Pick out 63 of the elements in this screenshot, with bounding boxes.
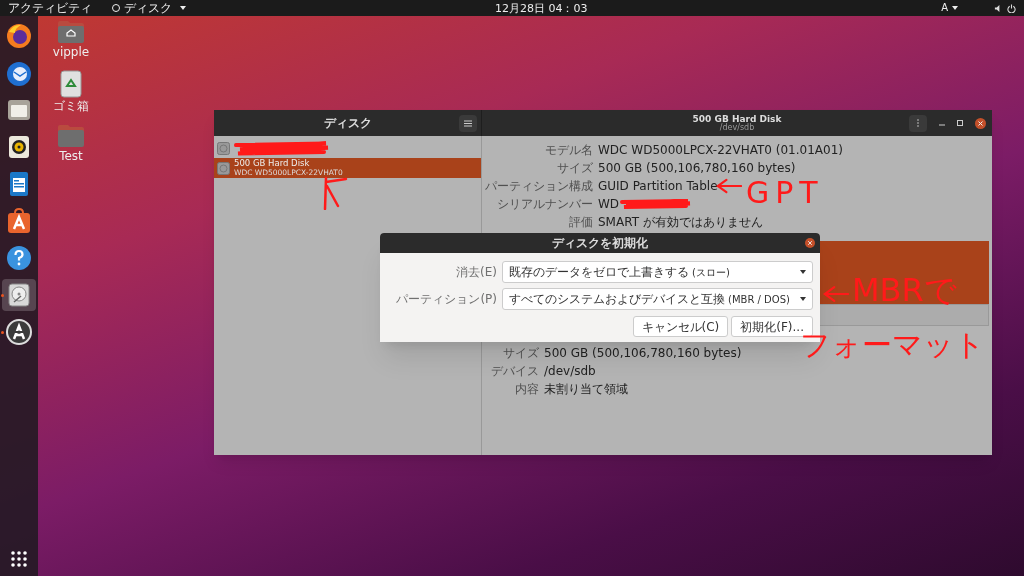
detail-value: 未割り当て領域 — [544, 383, 628, 395]
dialog-title: ディスクを初期化 — [552, 235, 648, 252]
hand-drawn-arrow — [716, 178, 742, 194]
desktop-icon-label[interactable]: Test — [59, 149, 83, 164]
clock[interactable]: 12月28日 04：03 — [495, 2, 588, 14]
detail-label: 内容 — [514, 381, 540, 398]
dropdown-arrow-icon — [800, 297, 806, 301]
dropdown-arrow-icon — [800, 270, 806, 274]
detail-label: デバイス — [490, 363, 540, 380]
annotation-text: GPT — [746, 178, 824, 208]
sidebar-title: ディスク — [323, 115, 372, 132]
browser-icon — [5, 22, 33, 50]
field-label: パーティション(P) — [395, 291, 497, 308]
update-icon — [5, 318, 33, 346]
detail-value: WD — [598, 198, 620, 210]
detail-value: GUID Partition Table — [598, 180, 718, 192]
running-indicator — [1, 331, 4, 334]
running-indicator — [1, 294, 4, 297]
app-grid-icon[interactable] — [10, 550, 28, 568]
window-subtitle: /dev/sdb — [719, 123, 755, 132]
detail-label: シリアルナンバー — [496, 196, 594, 213]
detail-value: 500 GB (500,106,780,160 bytes) — [598, 162, 796, 174]
detail-label: 評価 — [568, 214, 594, 231]
desktop-icon-label[interactable]: vipple — [52, 45, 90, 60]
caret-icon — [180, 6, 186, 10]
disk-name: 500 GB Hard Disk — [234, 159, 311, 168]
activities-button[interactable]: アクティビティ — [8, 2, 92, 14]
power-icon[interactable] — [1007, 3, 1016, 13]
hand-drawn-arrow — [322, 176, 348, 210]
detail-label: サイズ — [502, 345, 540, 362]
shopping-bag-icon — [5, 207, 33, 235]
annotation-text: MBRで — [852, 274, 957, 306]
menu-button[interactable] — [459, 114, 477, 132]
input-method-indicator[interactable]: A — [941, 3, 958, 13]
dropdown[interactable]: 既存のデータをゼロで上書きする (スロー) — [502, 261, 813, 283]
folder-icon — [57, 124, 85, 148]
hand-drawn-arrow — [823, 285, 849, 303]
desktop-icon-label[interactable]: ゴミ箱 — [53, 99, 89, 114]
detail-value: SMART が有効ではありません — [598, 216, 763, 228]
detail-value: 500 GB (500,106,780,160 bytes) — [544, 347, 742, 359]
window-title: 500 GB Hard Disk — [692, 114, 782, 124]
mail-icon — [5, 59, 33, 87]
maximize-icon[interactable] — [957, 120, 963, 126]
detail-value: WDC WD5000LPCX-22VHAT0 (01.01A01) — [598, 144, 843, 156]
close-icon[interactable] — [805, 238, 815, 248]
field-label: 消去(E) — [455, 264, 497, 281]
app-menu[interactable]: ディスク — [112, 2, 186, 14]
caret-icon — [952, 6, 958, 10]
more-options-button[interactable] — [909, 114, 927, 132]
dropdown[interactable]: すべてのシステムおよびデバイスと互換 (MBR / DOS) — [502, 288, 813, 310]
close-icon[interactable] — [975, 117, 986, 129]
detail-label: サイズ — [556, 160, 594, 177]
menu-icon — [464, 119, 472, 127]
dialog-button[interactable]: キャンセル(C) — [632, 316, 729, 337]
hard-disk-icon — [217, 141, 230, 155]
trash-icon — [59, 70, 83, 98]
detail-label: パーティション構成 — [484, 178, 594, 195]
hard-disk-icon — [217, 161, 230, 175]
detail-label: モデル名 — [544, 142, 594, 159]
help-icon — [5, 244, 33, 272]
detail-value: /dev/sdb — [544, 365, 596, 377]
home-folder-icon — [57, 20, 85, 44]
dock-item[interactable] — [2, 279, 36, 311]
